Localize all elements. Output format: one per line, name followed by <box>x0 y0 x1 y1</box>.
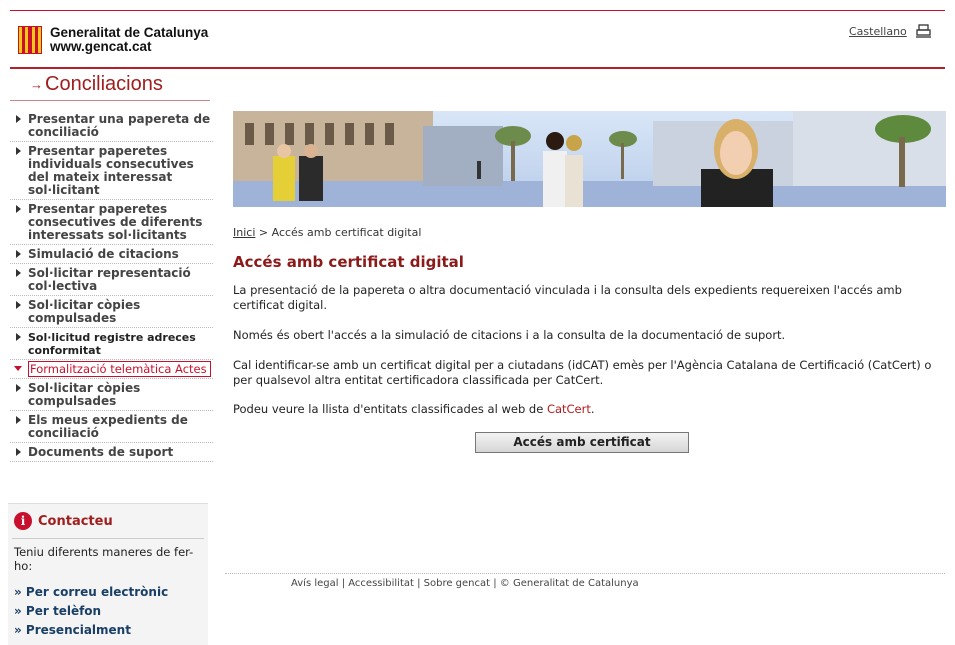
header-banner-image <box>233 111 946 207</box>
contact-link-in-person[interactable]: » Presencialment <box>14 621 208 640</box>
triangle-right-icon <box>16 333 21 341</box>
sidebar-nav: Presentar una papereta de conciliació Pr… <box>10 110 213 462</box>
printer-icon[interactable] <box>916 24 931 38</box>
sidebar-item-label: Formalització telemàtica Actes <box>28 361 211 377</box>
section-divider <box>10 100 210 101</box>
language-link[interactable]: Castellano <box>849 25 907 38</box>
triangle-right-icon <box>16 147 21 155</box>
entity-list-text: Podeu veure la llista d'entitats classif… <box>233 402 544 416</box>
sidebar-item-label: Sol·licitar representació col·lectiva <box>28 266 191 293</box>
sidebar-item-label: Documents de suport <box>28 445 174 459</box>
sidebar-item-label: Sol·licitar còpies compulsades <box>28 298 141 325</box>
contact-link-email[interactable]: » Per correu electrònic <box>14 583 208 602</box>
footer-divider <box>225 573 945 574</box>
brand-line-1: Generalitat de Catalunya <box>50 25 209 40</box>
contact-header: i Contacteu <box>8 504 208 530</box>
breadcrumb-home-link[interactable]: Inici <box>233 226 255 239</box>
breadcrumb-current: Accés amb certificat digital <box>271 226 422 239</box>
page-title: Accés amb certificat digital <box>233 253 464 271</box>
sidebar-item-copies-compulsades[interactable]: Sol·licitar còpies compulsades <box>10 296 213 328</box>
top-border <box>10 10 945 11</box>
breadcrumb: Inici > Accés amb certificat digital <box>233 226 421 239</box>
triangle-right-icon <box>16 448 21 456</box>
sidebar-item-documents-suport[interactable]: Documents de suport <box>10 443 213 462</box>
contact-text: Teniu diferents maneres de fer-ho: <box>14 545 194 573</box>
contact-link-phone[interactable]: » Per telèfon <box>14 602 208 621</box>
section-title: → Conciliacions <box>30 73 163 96</box>
info-icon: i <box>14 512 32 530</box>
catalan-flag-icon <box>18 26 42 54</box>
sidebar-item-label: Sol·licitud registre adreces conformitat <box>28 331 196 357</box>
triangle-right-icon <box>16 205 21 213</box>
brand-line-2: www.gencat.cat <box>50 39 152 54</box>
sidebar-item-label: Sol·licitar còpies compulsades <box>28 381 141 408</box>
triangle-right-icon <box>16 384 21 392</box>
sidebar-item-formalitzacio-actes[interactable]: Formalització telemàtica Actes <box>10 360 213 379</box>
arrow-icon: → <box>30 77 43 93</box>
paragraph-entity-list: Podeu veure la llista d'entitats classif… <box>233 402 943 417</box>
entity-list-period: . <box>590 402 595 416</box>
sidebar-item-registre-adreces[interactable]: Sol·licitud registre adreces conformitat <box>10 328 213 360</box>
sidebar-item-paperetes-diferents[interactable]: Presentar paperetes consecutives de dife… <box>10 200 213 245</box>
paragraph-certificate-info: Cal identificar-se amb un certificat dig… <box>233 358 932 387</box>
sidebar-item-label: Els meus expedients de conciliació <box>28 413 188 440</box>
breadcrumb-separator: > <box>258 226 269 239</box>
paragraph-requirements: La presentació de la papereta o altra do… <box>233 283 902 312</box>
sidebar-item-label: Presentar una papereta de conciliació <box>28 112 211 139</box>
sidebar-item-simulacio-citacions[interactable]: Simulació de citacions <box>10 245 213 264</box>
footer-links[interactable]: Avís legal | Accessibilitat | Sobre genc… <box>291 578 639 589</box>
catcert-link[interactable]: CatCert <box>547 402 591 416</box>
sidebar-item-label: Presentar paperetes individuals consecut… <box>28 144 194 197</box>
triangle-right-icon <box>16 416 21 424</box>
triangle-down-icon <box>14 366 22 371</box>
sidebar-item-representacio-collectiva[interactable]: Sol·licitar representació col·lectiva <box>10 264 213 296</box>
sidebar-item-label: Simulació de citacions <box>28 247 179 261</box>
sidebar-item-label: Presentar paperetes consecutives de dife… <box>28 202 203 242</box>
contact-box: i Contacteu Teniu diferents maneres de f… <box>8 503 208 645</box>
sidebar-item-presentar-papereta[interactable]: Presentar una papereta de conciliació <box>10 110 213 142</box>
triangle-right-icon <box>16 269 21 277</box>
sidebar-item-paperetes-individuals[interactable]: Presentar paperetes individuals consecut… <box>10 142 213 200</box>
header-divider <box>10 67 945 69</box>
triangle-right-icon <box>16 250 21 258</box>
triangle-right-icon <box>16 301 21 309</box>
brand-text: Generalitat de Catalunya www.gencat.cat <box>50 26 208 54</box>
sidebar-item-meus-expedients[interactable]: Els meus expedients de conciliació <box>10 411 213 443</box>
gencat-logo[interactable]: Generalitat de Catalunya www.gencat.cat <box>18 26 208 54</box>
paragraph-open-access: Només és obert l'accés a la simulació de… <box>233 328 786 342</box>
contact-links: » Per correu electrònic » Per telèfon » … <box>8 573 208 640</box>
sidebar-item-copies-compulsades-2[interactable]: Sol·licitar còpies compulsades <box>10 379 213 411</box>
triangle-right-icon <box>16 115 21 123</box>
access-certificate-button[interactable]: Accés amb certificat <box>475 432 689 453</box>
contact-title: Contacteu <box>38 513 113 529</box>
section-title-text: Conciliacions <box>45 73 163 95</box>
